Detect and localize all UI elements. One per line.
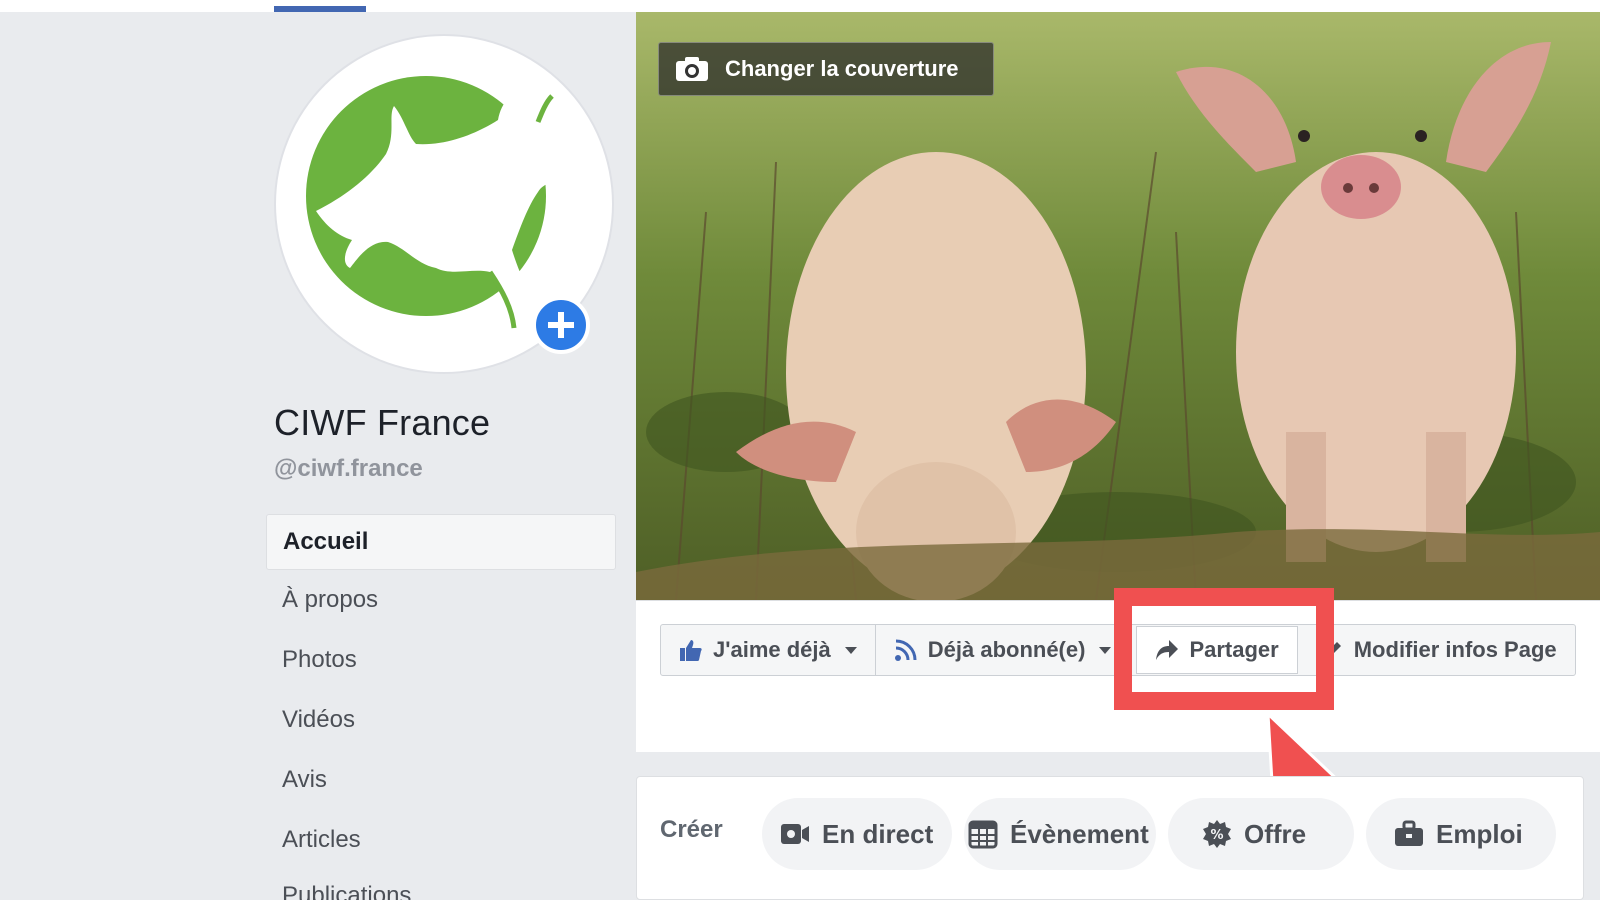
page-title: CIWF France <box>274 402 491 443</box>
top-bar <box>0 0 1600 12</box>
sidebar-nav: Accueil À propos Photos Vidéos Avis Arti… <box>266 514 616 900</box>
create-label: Créer <box>660 816 723 843</box>
follow-label: Déjà abonné(e) <box>927 637 1086 662</box>
share-label: Partager <box>1189 637 1279 662</box>
sidebar-item-a-propos[interactable]: À propos <box>266 570 616 630</box>
change-cover-label: Changer la couverture <box>725 56 959 81</box>
page-actions-panel <box>636 600 1600 752</box>
create-event-label: Évènement <box>1010 818 1149 849</box>
create-job-label: Emploi <box>1436 818 1523 849</box>
page-handle[interactable]: @ciwf.france <box>274 455 423 483</box>
plus-icon <box>548 312 574 338</box>
rss-icon <box>894 639 917 661</box>
share-arrow-icon <box>1156 640 1179 660</box>
sidebar-item-articles[interactable]: Articles <box>266 810 616 870</box>
active-tab-indicator <box>274 6 366 12</box>
follow-button[interactable]: Déjà abonné(e) <box>876 625 1131 675</box>
calendar-icon <box>968 820 998 849</box>
like-button[interactable]: J'aime déjà <box>661 625 876 675</box>
create-live-button[interactable]: En direct <box>762 798 952 870</box>
video-camera-icon <box>781 824 809 844</box>
pencil-icon <box>1324 642 1341 658</box>
sidebar-item-publications[interactable]: Publications <box>266 870 616 900</box>
add-photo-button[interactable] <box>532 296 590 354</box>
sidebar-item-accueil[interactable]: Accueil <box>266 514 616 570</box>
share-button[interactable]: Partager <box>1136 626 1298 674</box>
create-live-label: En direct <box>822 818 934 849</box>
percent-badge-icon: % <box>1203 820 1231 848</box>
create-offer-button[interactable]: % Offre <box>1168 798 1354 870</box>
chevron-down-icon <box>1099 646 1112 654</box>
create-event-button[interactable]: Évènement <box>964 798 1156 870</box>
camera-icon <box>676 57 708 81</box>
change-cover-button[interactable]: Changer la couverture <box>658 42 994 96</box>
page-actions-bar: J'aime déjà Déjà abonné(e) Partager Modi… <box>660 624 1576 676</box>
create-job-button[interactable]: Emploi <box>1366 798 1556 870</box>
like-label: J'aime déjà <box>713 637 831 662</box>
chevron-down-icon <box>844 646 857 654</box>
edit-page-info-label: Modifier infos Page <box>1353 637 1557 662</box>
edit-page-info-button[interactable]: Modifier infos Page <box>1304 625 1575 675</box>
create-offer-label: Offre <box>1244 818 1307 849</box>
cover-photo[interactable] <box>636 12 1600 600</box>
svg-text:%: % <box>1210 828 1223 843</box>
sidebar-item-avis[interactable]: Avis <box>266 750 616 810</box>
sidebar-item-photos[interactable]: Photos <box>266 630 616 690</box>
sidebar-item-videos[interactable]: Vidéos <box>266 690 616 750</box>
briefcase-icon <box>1395 820 1423 846</box>
thumbs-up-icon <box>680 640 702 661</box>
cover-image-piglets <box>636 12 1600 600</box>
